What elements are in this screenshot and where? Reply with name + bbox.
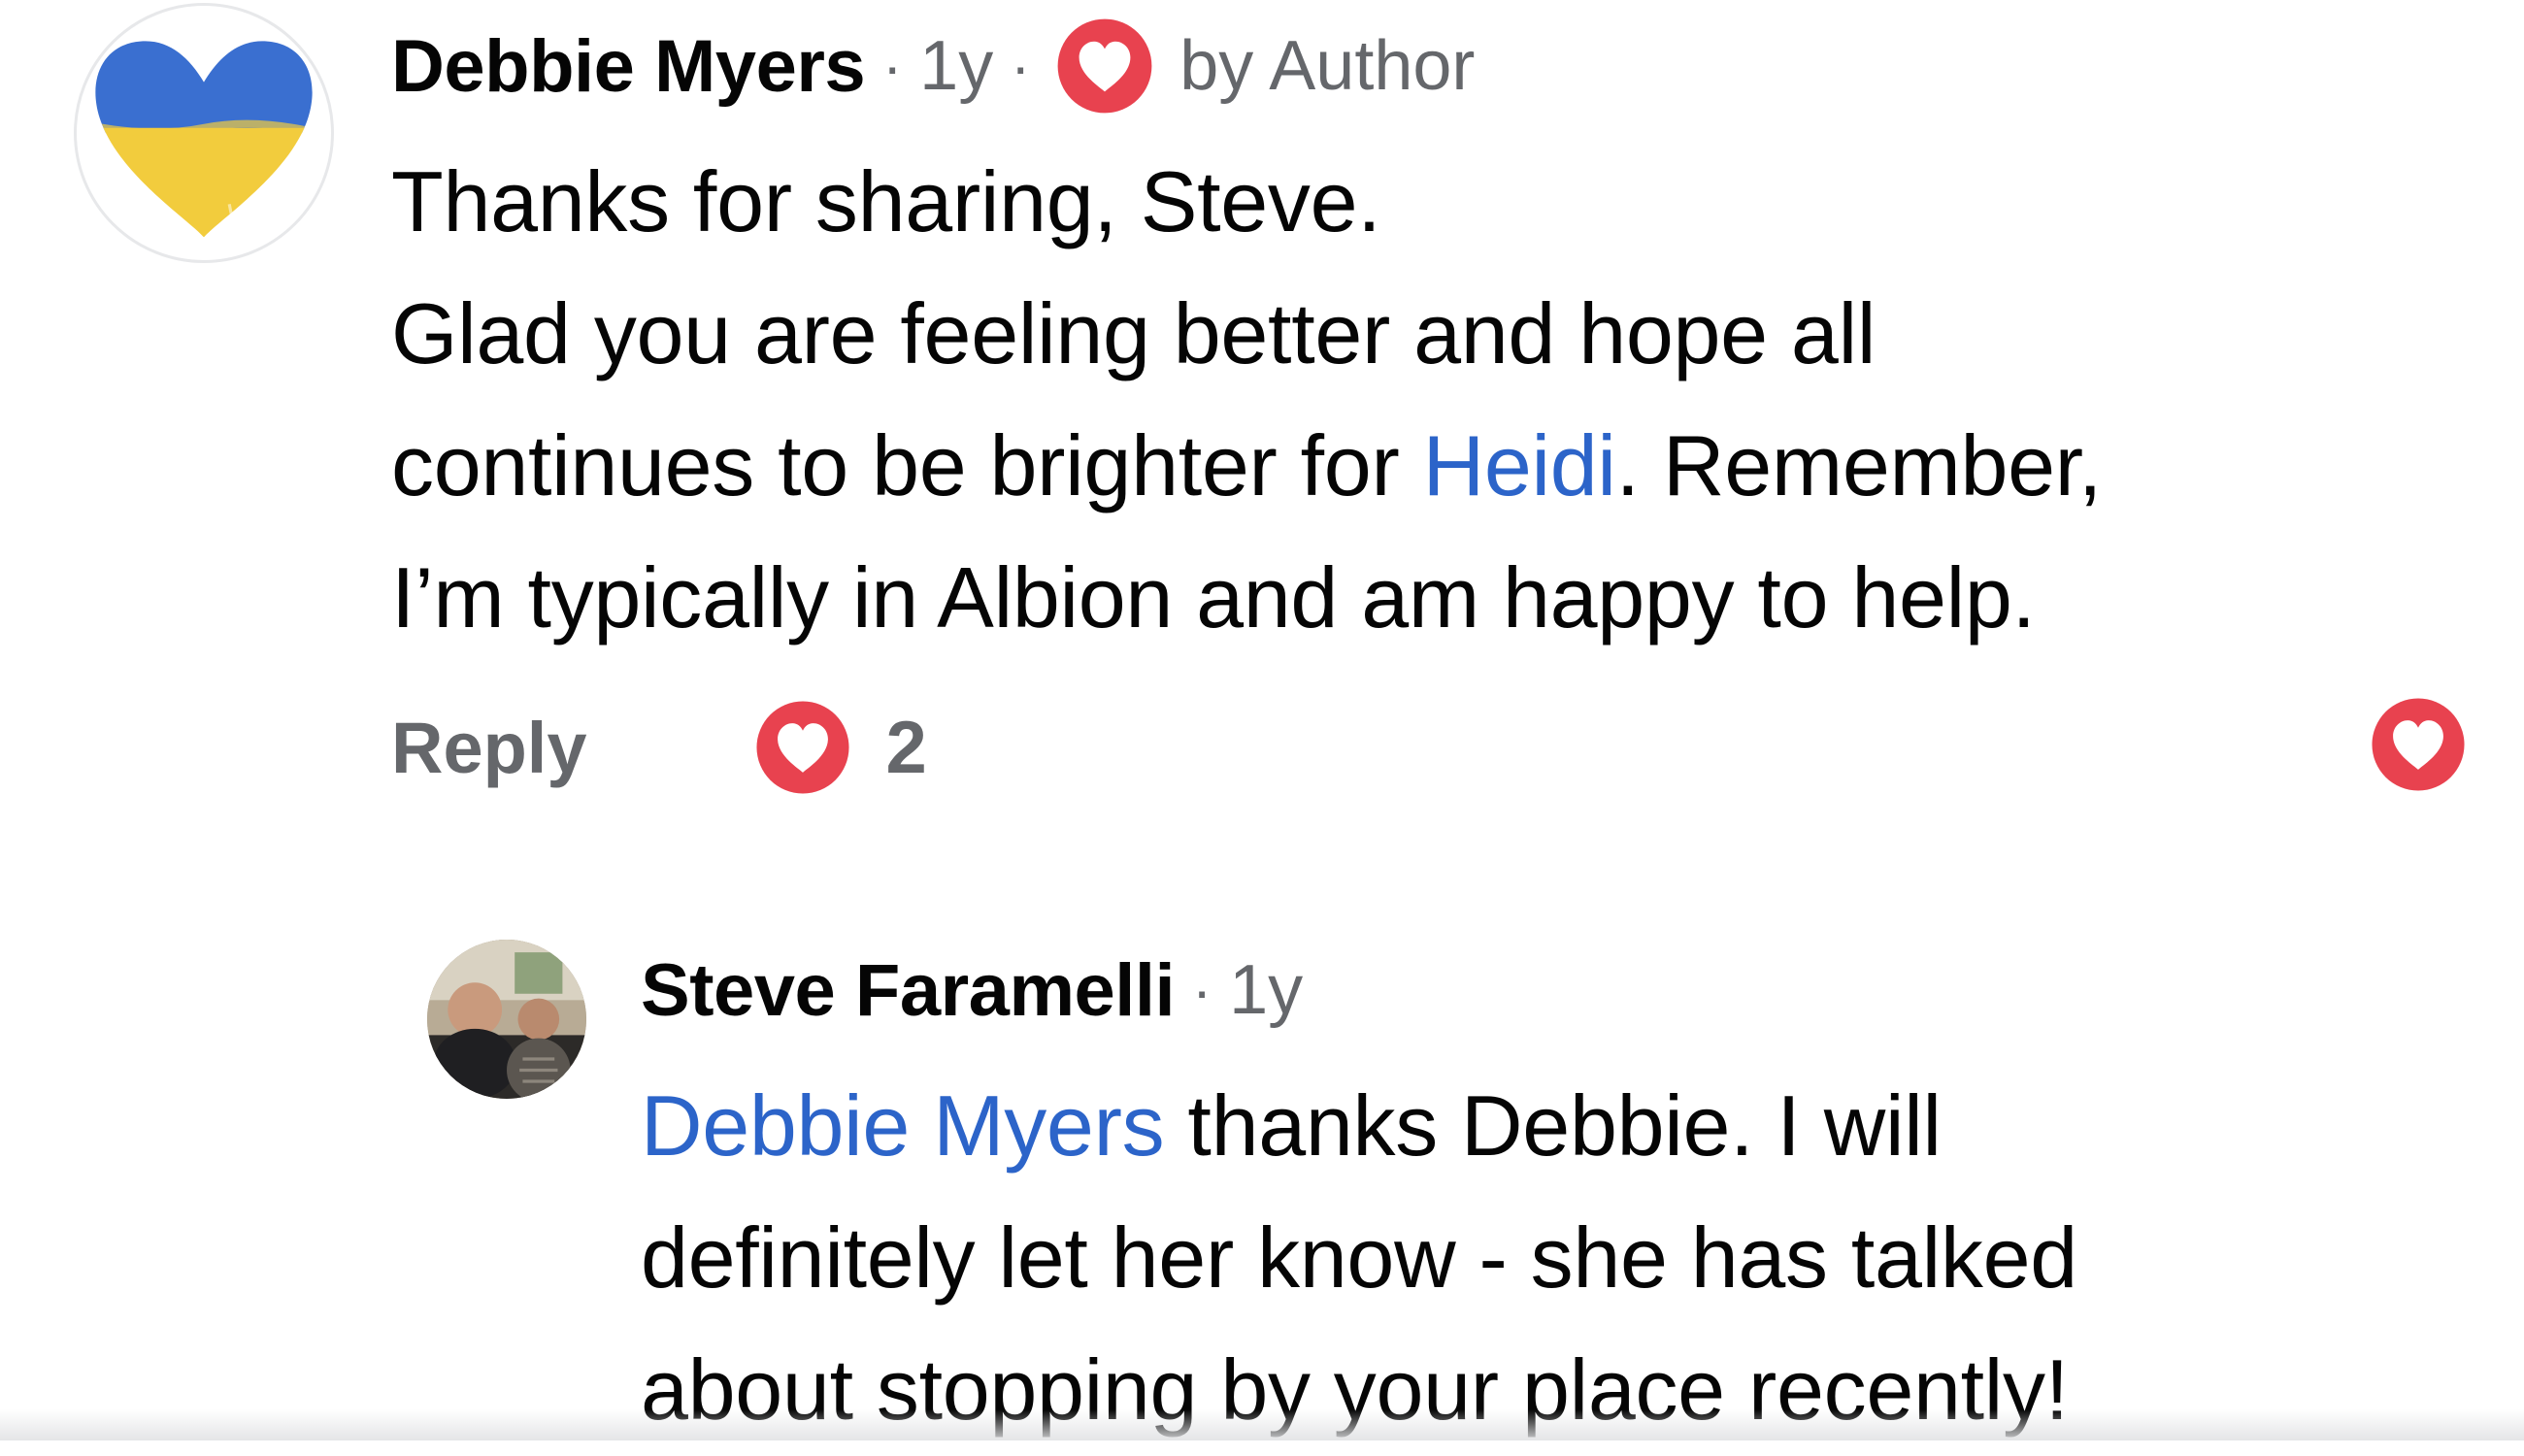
avatar-steve-faramelli[interactable] [427,940,586,1099]
separator-dot: · [1192,957,1212,1023]
mention-link-debbie-myers[interactable]: Debbie Myers [641,1077,1165,1174]
separator-dot: · [882,33,903,99]
comment-text: continues to be brighter for [391,417,1423,513]
reply-button[interactable]: Reply [391,707,587,789]
by-author-label: by Author [1179,27,1476,105]
love-reaction-icon [1051,13,1158,119]
comment-header: Steve Faramelli · 1y [641,940,1303,1041]
mention-link-heidi[interactable]: Heidi [1423,417,1616,513]
comment-body: Thanks for sharing, Steve. Glad you are … [391,136,2488,664]
separator-dot: · [1011,33,1031,99]
comment-text-line: definitely let her know - she has talked [641,1209,2077,1306]
comment-text-line: Debbie Myers thanks Debbie. I will [641,1060,2485,1192]
profile-photo-icon [427,940,586,1099]
author-name[interactable]: Steve Faramelli [641,948,1176,1033]
comment-text: . Remember, [1615,417,2103,513]
comment-text-line: continues to be brighter for Heidi. Reme… [391,400,2488,532]
scroll-edge-shadow [0,1409,2524,1440]
comment-timestamp[interactable]: 1y [919,26,993,106]
ukraine-heart-avatar-icon [95,41,313,238]
avatar-debbie-myers[interactable] [74,3,334,263]
comment-text-line: Thanks for sharing, Steve. [391,153,1381,249]
comment-actions: Reply 2 [391,689,927,806]
reaction-count[interactable]: 2 [886,706,927,790]
comment-header: Debbie Myers · 1y · by Author [391,15,1476,117]
comment-text: thanks Debbie. I will [1164,1077,1942,1174]
comment-text-line: I’m typically in Albion and am happy to … [391,549,2036,645]
comment-timestamp[interactable]: 1y [1229,950,1303,1030]
comment-body: Debbie Myers thanks Debbie. I will defin… [641,1060,2485,1456]
author-name[interactable]: Debbie Myers [391,24,866,109]
love-reaction-icon[interactable] [750,695,855,800]
comment-text-line: Glad you are feeling better and hope all [391,285,1876,381]
love-reaction-icon[interactable] [2366,692,2471,797]
